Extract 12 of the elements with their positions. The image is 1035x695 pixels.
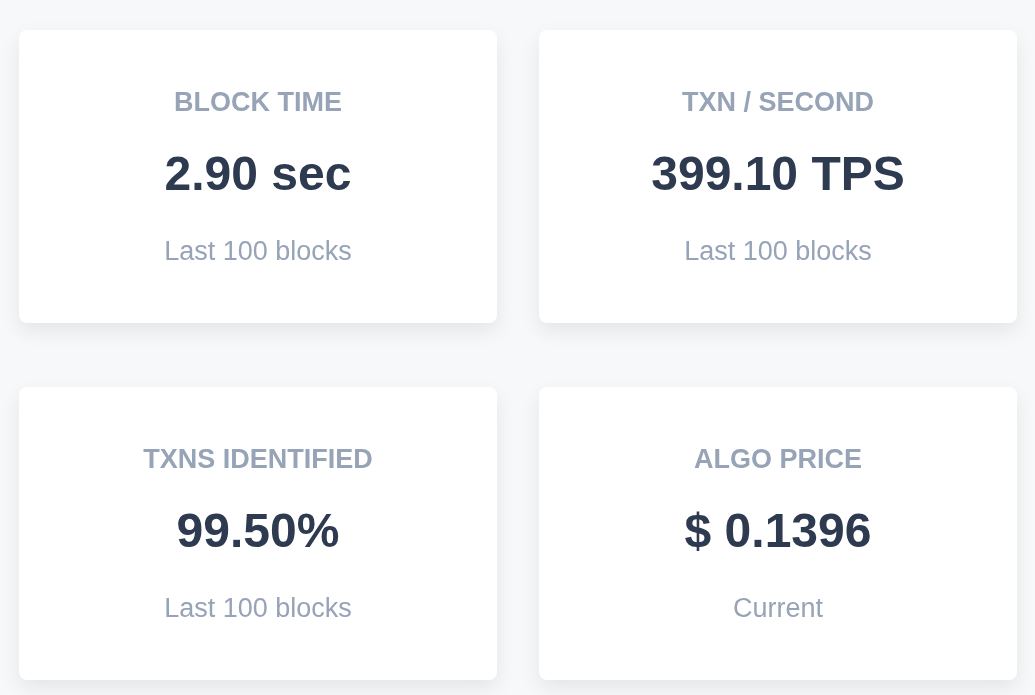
stat-title: TXN / SECOND [682, 88, 874, 116]
stat-caption: Current [733, 594, 823, 622]
stat-title: ALGO PRICE [694, 445, 862, 473]
stat-caption: Last 100 blocks [164, 594, 352, 622]
stat-title: BLOCK TIME [174, 88, 342, 116]
stat-caption: Last 100 blocks [684, 237, 872, 265]
stat-value: 99.50% [176, 506, 340, 555]
stat-value: 2.90 sec [164, 149, 352, 198]
stat-title: TXNS IDENTIFIED [143, 445, 373, 473]
stat-value: 399.10 TPS [651, 149, 905, 198]
stat-caption: Last 100 blocks [164, 237, 352, 265]
stat-value: $ 0.1396 [684, 506, 872, 555]
